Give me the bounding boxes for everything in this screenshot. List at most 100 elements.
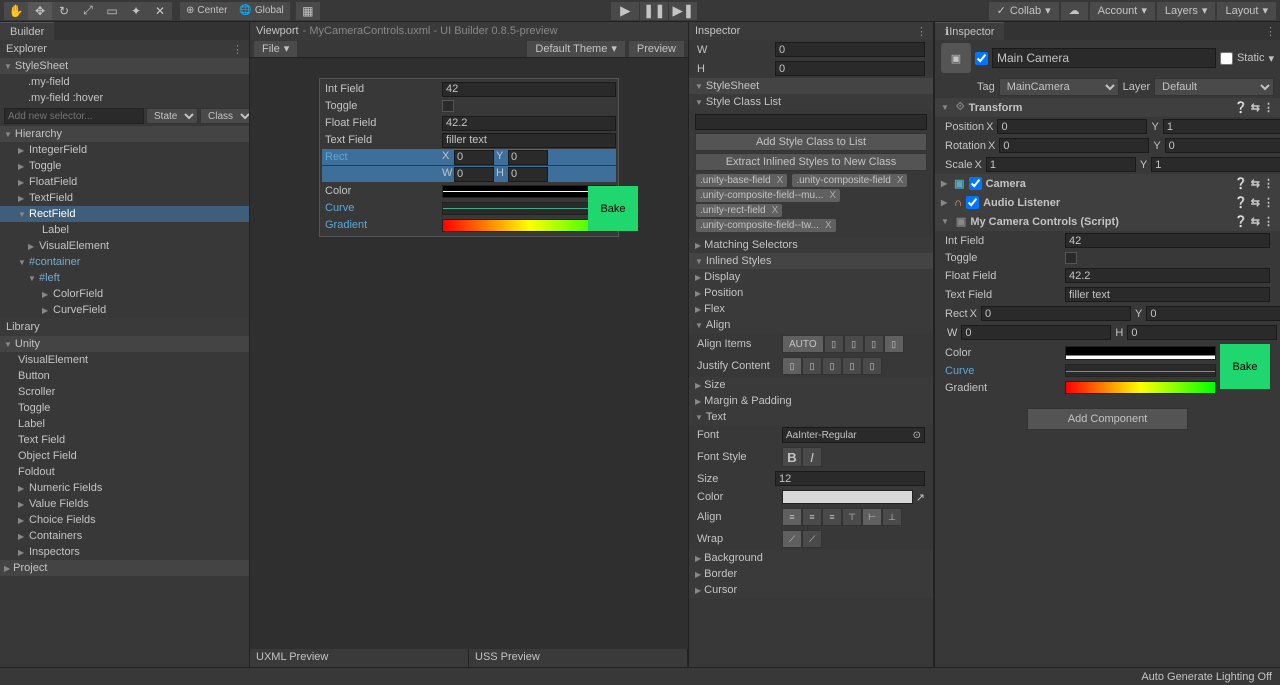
class-chip[interactable]: .unity-rect-fieldX bbox=[696, 204, 782, 217]
hand-tool-icon[interactable]: ✋ bbox=[4, 2, 28, 20]
extract-styles-button[interactable]: Extract Inlined Styles to New Class bbox=[695, 153, 927, 171]
script-rect-x-input[interactable] bbox=[981, 306, 1131, 321]
align-center-button[interactable]: ▯ bbox=[844, 335, 864, 353]
library-item[interactable]: Button bbox=[0, 368, 249, 384]
text-color-swatch[interactable] bbox=[782, 490, 913, 504]
class-chip[interactable]: .unity-composite-field--mu...X bbox=[696, 189, 840, 202]
align-stretch-button[interactable]: ▯ bbox=[884, 335, 904, 353]
script-float-input[interactable] bbox=[1065, 268, 1270, 283]
border-section[interactable]: ▶Border bbox=[689, 566, 933, 582]
add-style-class-button[interactable]: Add Style Class to List bbox=[695, 133, 927, 151]
cloud-button[interactable]: ☁ bbox=[1061, 2, 1088, 20]
remove-class-icon[interactable]: X bbox=[825, 220, 832, 231]
remove-class-icon[interactable]: X bbox=[897, 175, 904, 186]
gameobject-active-checkbox[interactable] bbox=[975, 52, 988, 65]
bold-button[interactable]: B bbox=[782, 447, 802, 467]
script-rect-w-input[interactable] bbox=[961, 325, 1111, 340]
script-curve-swatch[interactable] bbox=[1065, 364, 1216, 377]
library-item[interactable]: ▶Value Fields bbox=[0, 496, 249, 512]
toggle-checkbox[interactable] bbox=[442, 100, 454, 112]
pos-x-input[interactable] bbox=[997, 119, 1147, 134]
inspector-tab[interactable]: ℹ Inspector bbox=[935, 22, 1004, 40]
cursor-section[interactable]: ▶Cursor bbox=[689, 582, 933, 598]
class-dropdown[interactable]: Class bbox=[200, 108, 249, 124]
collab-dropdown[interactable]: ✓ Collab ▾ bbox=[989, 2, 1059, 20]
script-component-header[interactable]: ▼▣ My Camera Controls (Script)❔ ⇆ ⋮ bbox=[935, 212, 1280, 231]
state-dropdown[interactable]: State bbox=[146, 108, 198, 124]
stylesheet-section[interactable]: ▼StyleSheet bbox=[0, 58, 249, 74]
inlined-styles-section[interactable]: ▼Inlined Styles bbox=[689, 253, 933, 269]
align-start-button[interactable]: ▯ bbox=[824, 335, 844, 353]
style-class-input[interactable] bbox=[695, 114, 927, 130]
matching-selectors-section[interactable]: ▶Matching Selectors bbox=[689, 237, 933, 253]
margin-padding-section[interactable]: ▶Margin & Padding bbox=[689, 393, 933, 409]
preview-button[interactable]: Preview bbox=[629, 41, 684, 57]
rect-y-input[interactable] bbox=[508, 150, 548, 165]
script-toggle-checkbox[interactable] bbox=[1065, 252, 1077, 264]
remove-class-icon[interactable]: X bbox=[829, 190, 836, 201]
h-input[interactable] bbox=[775, 61, 925, 76]
move-tool-icon[interactable]: ✥ bbox=[28, 2, 52, 20]
text-align-middle-button[interactable]: ⊢ bbox=[862, 508, 882, 526]
transform-component-header[interactable]: ▼⟐ Transform❔ ⇆ ⋮ bbox=[935, 98, 1280, 117]
text-align-bottom-button[interactable]: ⊥ bbox=[882, 508, 902, 526]
builder-inspector-menu-icon[interactable]: ⋮ bbox=[916, 25, 927, 38]
class-chip[interactable]: .unity-composite-fieldX bbox=[792, 174, 907, 187]
library-item[interactable]: Toggle bbox=[0, 400, 249, 416]
audio-enabled-checkbox[interactable] bbox=[966, 196, 979, 209]
hierarchy-item[interactable]: ▼#left bbox=[0, 270, 249, 286]
text-section[interactable]: ▼Text bbox=[689, 409, 933, 425]
rotate-tool-icon[interactable]: ↻ bbox=[52, 2, 76, 20]
hierarchy-item[interactable]: Label bbox=[0, 222, 249, 238]
uss-preview-header[interactable]: USS Preview bbox=[469, 649, 688, 667]
align-section[interactable]: ▼Align bbox=[689, 317, 933, 333]
tag-dropdown[interactable]: MainCamera bbox=[999, 78, 1119, 96]
library-unity-section[interactable]: ▼Unity bbox=[0, 336, 249, 352]
script-rect-y-input[interactable] bbox=[1146, 306, 1280, 321]
play-button[interactable]: ▶ bbox=[611, 2, 639, 20]
theme-dropdown[interactable]: Default Theme ▾ bbox=[527, 41, 624, 57]
library-item[interactable]: ▶Choice Fields bbox=[0, 512, 249, 528]
hierarchy-item[interactable]: ▶TextField bbox=[0, 190, 249, 206]
rect-h-input[interactable] bbox=[508, 167, 548, 182]
align-auto-button[interactable]: AUTO bbox=[782, 335, 824, 353]
snap-tool-icon[interactable]: ▦ bbox=[296, 2, 320, 20]
w-input[interactable] bbox=[775, 42, 925, 57]
hierarchy-item-rectfield[interactable]: ▼RectField bbox=[0, 206, 249, 222]
library-item[interactable]: Scroller bbox=[0, 384, 249, 400]
file-menu[interactable]: File ▾ bbox=[254, 41, 297, 57]
layers-dropdown[interactable]: Layers ▾ bbox=[1157, 2, 1216, 20]
scale-x-input[interactable] bbox=[986, 157, 1136, 172]
account-dropdown[interactable]: Account ▾ bbox=[1090, 2, 1155, 20]
audio-listener-component-header[interactable]: ▶∩ Audio Listener❔ ⇆ ⋮ bbox=[935, 193, 1280, 212]
text-align-top-button[interactable]: ⊤ bbox=[842, 508, 862, 526]
gameobject-name-input[interactable] bbox=[992, 48, 1216, 68]
builder-tab[interactable]: Builder bbox=[0, 22, 54, 40]
pos-y-input[interactable] bbox=[1163, 119, 1280, 134]
font-field[interactable]: Aa Inter-Regular⊙ bbox=[782, 427, 925, 443]
hierarchy-item[interactable]: ▶Toggle bbox=[0, 158, 249, 174]
hierarchy-section[interactable]: ▼Hierarchy bbox=[0, 126, 249, 142]
library-item[interactable]: ▶Numeric Fields bbox=[0, 480, 249, 496]
camera-enabled-checkbox[interactable] bbox=[969, 177, 982, 190]
pivot-mode-toggle[interactable]: ⊕Center bbox=[180, 2, 233, 20]
pivot-rotation-toggle[interactable]: 🌐Global bbox=[233, 2, 289, 20]
style-class-list-header[interactable]: ▼Style Class List bbox=[689, 94, 933, 110]
wrap-off-button[interactable]: ⟋ bbox=[782, 530, 802, 548]
script-gradient-swatch[interactable] bbox=[1065, 381, 1216, 394]
hierarchy-item[interactable]: ▼#container bbox=[0, 254, 249, 270]
scale-tool-icon[interactable]: ⤢ bbox=[76, 2, 100, 20]
background-section[interactable]: ▶Background bbox=[689, 550, 933, 566]
justify-center-button[interactable]: ▯ bbox=[802, 357, 822, 375]
library-item[interactable]: Foldout bbox=[0, 464, 249, 480]
hierarchy-item[interactable]: ▶IntegerField bbox=[0, 142, 249, 158]
add-selector-input[interactable] bbox=[4, 108, 144, 124]
justify-between-button[interactable]: ▯ bbox=[842, 357, 862, 375]
hierarchy-item[interactable]: ▶VisualElement bbox=[0, 238, 249, 254]
text-align-center-button[interactable]: ≡ bbox=[802, 508, 822, 526]
hierarchy-item[interactable]: ▶FloatField bbox=[0, 174, 249, 190]
hierarchy-item[interactable]: ▶CurveField bbox=[0, 302, 249, 318]
transform-tool-icon[interactable]: ✦ bbox=[124, 2, 148, 20]
camera-component-header[interactable]: ▶▣ Camera❔ ⇆ ⋮ bbox=[935, 174, 1280, 193]
library-item[interactable]: ▶Inspectors bbox=[0, 544, 249, 560]
